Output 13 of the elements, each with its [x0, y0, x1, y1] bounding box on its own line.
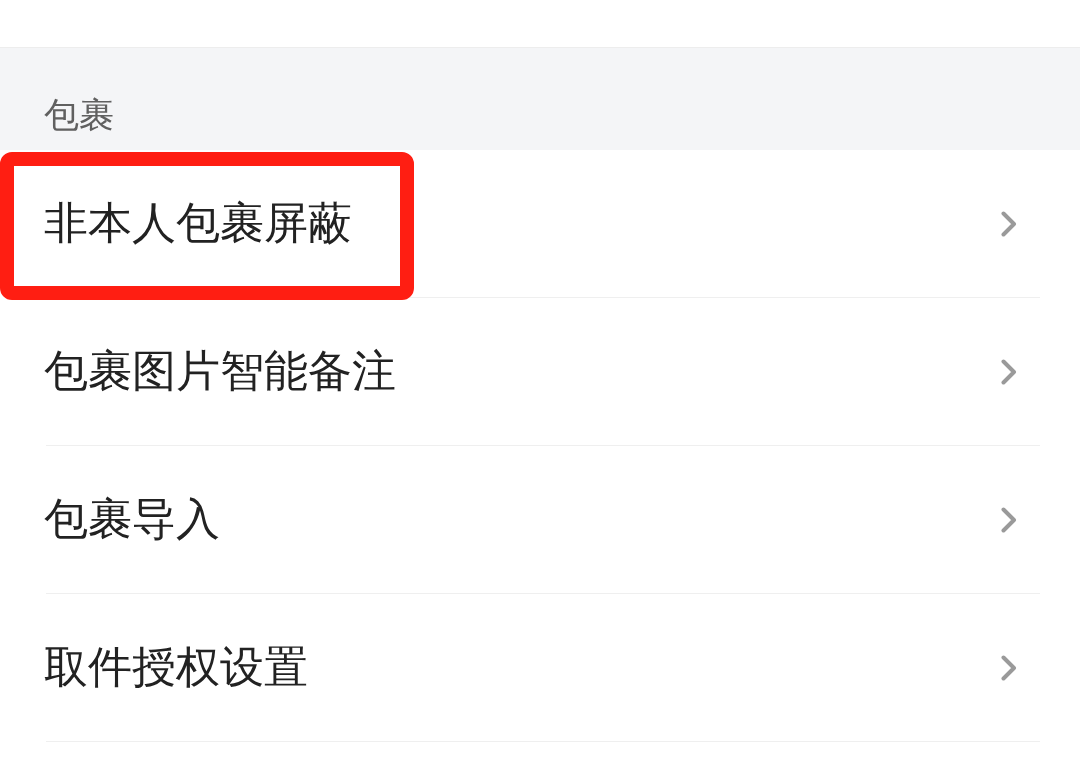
settings-item[interactable]: 包裹图片智能备注: [46, 298, 1040, 446]
chevron-right-icon: [1001, 358, 1017, 385]
item-label: 包裹图片智能备注: [44, 345, 396, 398]
settings-item[interactable]: 非本人包裹屏蔽: [46, 150, 1040, 298]
section-title: 包裹: [44, 94, 114, 136]
item-label: 取件授权设置: [44, 641, 308, 694]
item-label: 非本人包裹屏蔽: [44, 197, 352, 250]
chevron-right-icon: [1001, 506, 1017, 533]
settings-item[interactable]: 取件授权设置: [46, 594, 1040, 742]
settings-item[interactable]: 包裹导入: [46, 446, 1040, 594]
chevron-right-icon: [1001, 210, 1017, 237]
chevron-right-icon: [1001, 654, 1017, 681]
item-label: 包裹导入: [44, 493, 220, 546]
